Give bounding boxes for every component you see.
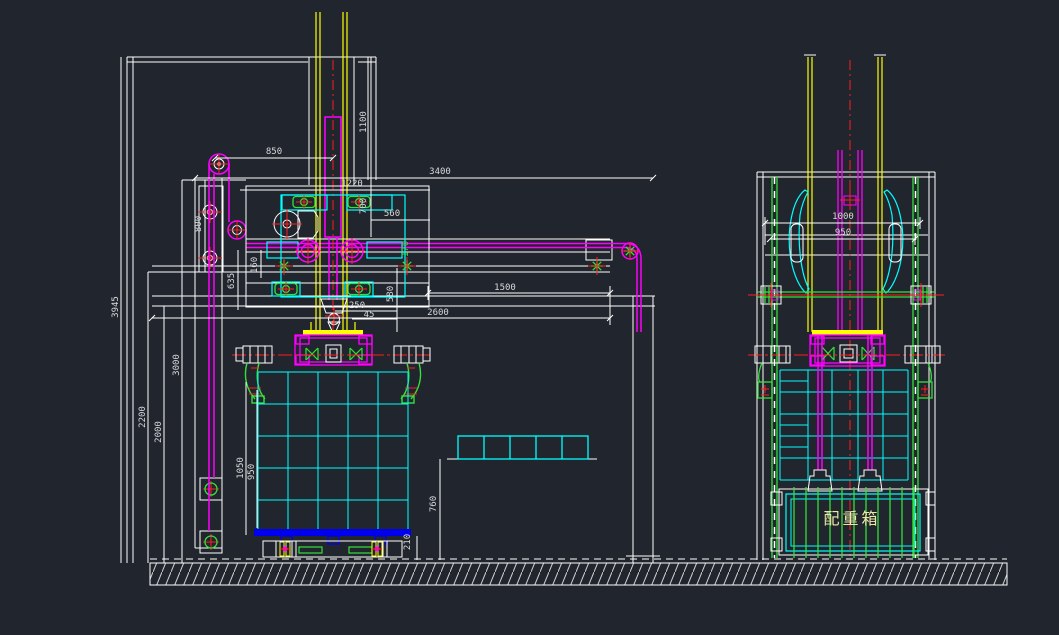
dim-800: 800 <box>194 216 204 232</box>
shelf <box>440 436 597 560</box>
dim-635: 635 <box>227 273 237 289</box>
counterweight-box: 配重箱 <box>771 487 935 558</box>
front-dimensions: 850 1100 3400 1220 700 560 800 3945 3000… <box>111 57 656 563</box>
ground-hatch <box>150 559 1007 585</box>
left-mast-centermarks <box>198 201 222 550</box>
cad-drawing-canvas[interactable]: 850 1100 3400 1220 700 560 800 3945 3000… <box>0 0 1059 635</box>
dim-1500: 1500 <box>494 283 516 293</box>
dim-760: 760 <box>429 496 439 512</box>
dim-1100: 1100 <box>359 111 369 133</box>
dim-170: 170 <box>401 241 411 257</box>
counterweight-box-label: 配重箱 <box>823 509 880 528</box>
dim-3400: 3400 <box>429 167 451 177</box>
dim-1220: 1220 <box>341 179 363 189</box>
side-guide-rails <box>772 57 918 558</box>
dim-700: 700 <box>359 198 369 214</box>
cad-drawing: 850 1100 3400 1220 700 560 800 3945 3000… <box>0 0 1059 635</box>
motor <box>272 209 318 239</box>
dim-2200: 2200 <box>138 406 148 428</box>
pallet <box>254 529 411 557</box>
carriage <box>232 330 432 403</box>
rack-grid <box>258 372 408 530</box>
front-view: 850 1100 3400 1220 700 560 800 3945 3000… <box>111 12 660 563</box>
hanger-arms <box>245 363 420 403</box>
dim-210: 210 <box>403 534 413 550</box>
dim-580: 580 <box>386 286 396 302</box>
dim-2000: 2000 <box>154 421 164 443</box>
dim-45: 45 <box>364 310 375 320</box>
dim-850: 850 <box>266 147 282 157</box>
dim-3000: 3000 <box>172 354 182 376</box>
dim-3945: 3945 <box>111 296 121 318</box>
side-frame <box>757 55 935 560</box>
dim-160: 160 <box>250 257 260 273</box>
dim-2600: 2600 <box>427 308 449 318</box>
dim-560: 560 <box>384 209 400 219</box>
dim-1050: 1050 <box>236 457 246 479</box>
dim-1000: 1000 <box>832 212 854 222</box>
dim-950-right: 950 <box>835 228 851 238</box>
dim-950-left: 950 <box>247 464 257 480</box>
side-rack-grid <box>780 370 908 480</box>
front-frame <box>127 57 660 563</box>
trolley <box>246 186 606 331</box>
lifting-belt <box>209 154 641 531</box>
side-view: 配重箱 1000 950 <box>748 55 945 560</box>
